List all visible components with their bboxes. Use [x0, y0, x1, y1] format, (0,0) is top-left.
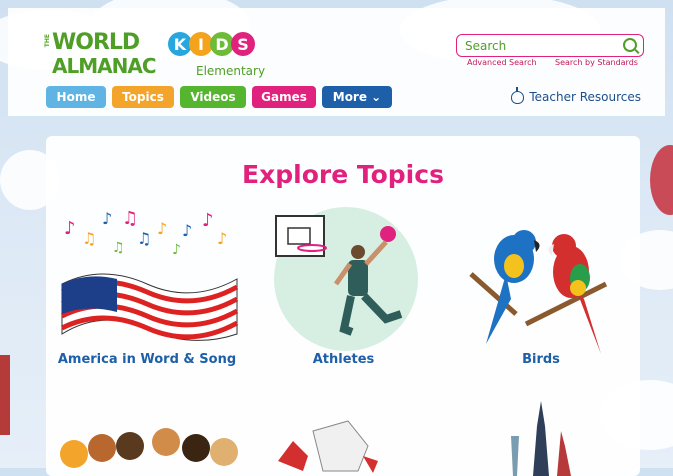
explore-topics-card: Explore Topics ♪ ♫ ♪ ♫ ♪ ♪ ♪ ♫ ♪ ♫ ♪ America in… — [46, 136, 640, 476]
logo-kids-s: S — [231, 32, 255, 56]
svg-text:♪: ♪ — [157, 219, 167, 238]
us-flag-music-icon: ♪ ♫ ♪ ♫♪♪ ♪♫ ♪ ♫ ♪ — [60, 208, 239, 341]
logo-world: WORLD — [52, 30, 140, 55]
svg-text:♫: ♫ — [122, 208, 138, 229]
nav-videos-button[interactable]: Videos — [180, 86, 246, 108]
search-box — [456, 34, 644, 57]
svg-text:♪: ♪ — [182, 221, 192, 240]
nav-topics-button[interactable]: Topics — [112, 86, 174, 108]
page-title: Explore Topics — [242, 160, 444, 189]
topic-label-athletes[interactable]: Athletes — [256, 352, 431, 367]
svg-text:♫: ♫ — [137, 229, 151, 248]
nav-games-button[interactable]: Games — [252, 86, 316, 108]
logo-the: THE — [44, 34, 51, 48]
next-topic-landmarks-icon — [511, 401, 571, 476]
main-nav: Home Topics Videos Games More ⌄ — [46, 86, 392, 108]
site-logo[interactable]: THE WORLD ALMANAC K I D S Elementary — [44, 30, 274, 86]
topic-label-birds[interactable]: Birds — [456, 352, 626, 367]
decorative-pole — [0, 355, 10, 435]
svg-text:♪: ♪ — [102, 209, 112, 228]
logo-almanac: ALMANAC — [52, 54, 156, 78]
next-topic-maps-icon — [278, 420, 378, 473]
svg-text:♫: ♫ — [112, 240, 125, 256]
search-by-standards-link[interactable]: Search by Standards — [555, 58, 638, 67]
parrots-icon — [469, 230, 608, 354]
next-topic-people-icon — [60, 428, 238, 468]
search-input[interactable] — [457, 36, 615, 56]
svg-text:♪: ♪ — [217, 229, 227, 248]
topic-card-america[interactable]: ♪ ♫ ♪ ♫ ♪ ♪ ♪ ♫ ♪ ♫ ♪ America in Word & Song — [52, 204, 242, 374]
basketball-player-icon — [274, 207, 418, 351]
svg-text:♪: ♪ — [202, 210, 214, 231]
balloon-decoration — [650, 145, 673, 215]
site-header: THE WORLD ALMANAC K I D S Elementary Adv… — [8, 8, 665, 116]
apple-icon — [511, 86, 525, 104]
advanced-search-link[interactable]: Advanced Search — [467, 58, 537, 67]
svg-text:♫: ♫ — [82, 229, 96, 248]
logo-elementary: Elementary — [196, 64, 266, 78]
topic-label-america[interactable]: America in Word & Song — [52, 352, 242, 367]
svg-text:♪: ♪ — [172, 242, 181, 258]
search-icon[interactable] — [623, 38, 637, 52]
topic-card-athletes[interactable]: Athletes — [256, 204, 431, 374]
nav-more-button[interactable]: More ⌄ — [322, 86, 392, 108]
topic-card-birds[interactable]: Birds — [456, 204, 626, 374]
teacher-resources-label: Teacher Resources — [529, 90, 641, 104]
logo-kids: K I D S — [168, 32, 255, 56]
nav-home-button[interactable]: Home — [46, 86, 106, 108]
teacher-resources-link[interactable]: Teacher Resources — [511, 86, 641, 104]
svg-text:♪: ♪ — [64, 218, 76, 239]
